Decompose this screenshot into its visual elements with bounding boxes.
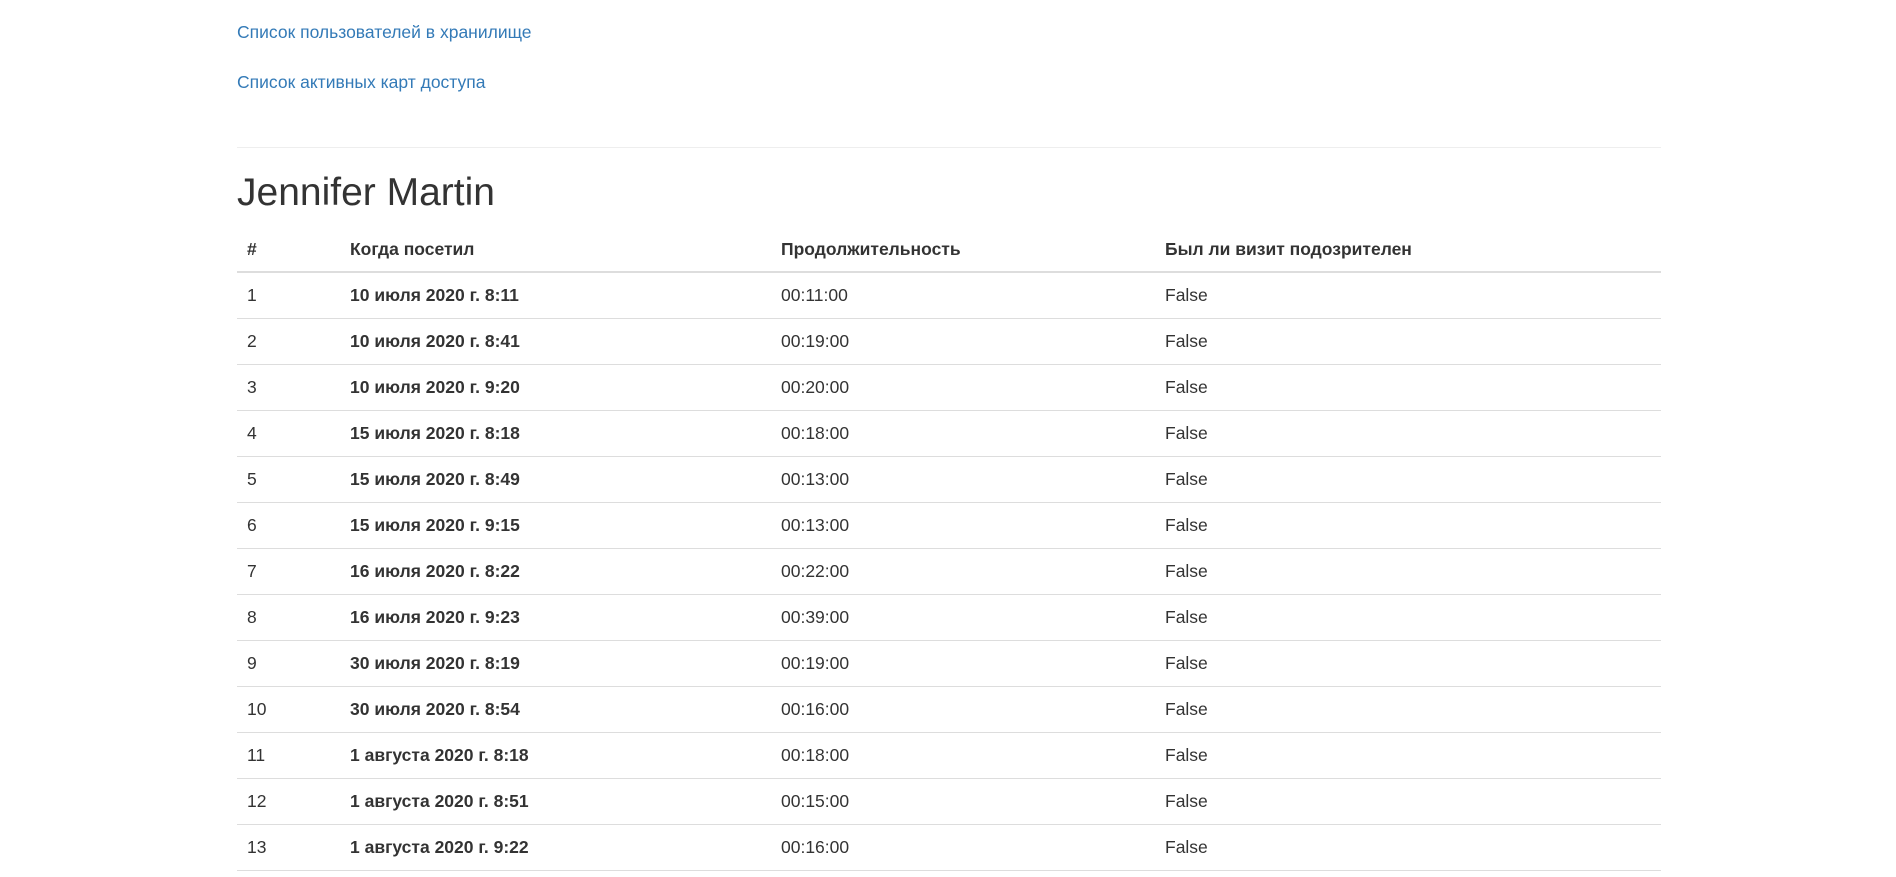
cell-number: 5 [237, 456, 340, 503]
person-name-heading: Jennifer Martin [237, 171, 495, 214]
cell-suspicious: False [1155, 686, 1661, 733]
cell-suspicious: False [1155, 778, 1661, 825]
cell-duration: 00:18:00 [771, 410, 1155, 457]
table-row: 4 15 июля 2020 г. 8:18 00:18:00 False [237, 410, 1661, 457]
cell-visited-at: 10 июля 2020 г. 8:41 [340, 318, 771, 365]
cell-visited-at: 30 июля 2020 г. 8:19 [340, 640, 771, 687]
column-header-number: # [237, 228, 340, 273]
table-row: 2 10 июля 2020 г. 8:41 00:19:00 False [237, 318, 1661, 365]
cell-number: 11 [237, 732, 340, 779]
cell-number: 4 [237, 410, 340, 457]
cell-duration: 00:18:00 [771, 732, 1155, 779]
cell-duration: 00:19:00 [771, 640, 1155, 687]
cell-duration: 00:13:00 [771, 456, 1155, 503]
visits-table: # Когда посетил Продолжительность Был ли… [237, 228, 1661, 871]
cell-number: 7 [237, 548, 340, 595]
cell-visited-at: 30 июля 2020 г. 8:54 [340, 686, 771, 733]
column-header-duration: Продолжительность [771, 228, 1155, 273]
cell-duration: 00:20:00 [771, 364, 1155, 411]
table-row: 3 10 июля 2020 г. 9:20 00:20:00 False [237, 364, 1661, 411]
table-row: 1 10 июля 2020 г. 8:11 00:11:00 False [237, 272, 1661, 319]
column-header-visited-at: Когда посетил [340, 228, 771, 273]
cell-number: 3 [237, 364, 340, 411]
table-row: 8 16 июля 2020 г. 9:23 00:39:00 False [237, 594, 1661, 641]
cell-visited-at: 10 июля 2020 г. 9:20 [340, 364, 771, 411]
cell-suspicious: False [1155, 640, 1661, 687]
cell-visited-at: 15 июля 2020 г. 8:49 [340, 456, 771, 503]
cell-suspicious: False [1155, 594, 1661, 641]
cell-visited-at: 1 августа 2020 г. 8:18 [340, 732, 771, 779]
cell-visited-at: 15 июля 2020 г. 8:18 [340, 410, 771, 457]
cell-visited-at: 16 июля 2020 г. 9:23 [340, 594, 771, 641]
cell-suspicious: False [1155, 456, 1661, 503]
cell-suspicious: False [1155, 364, 1661, 411]
section-divider [237, 147, 1661, 148]
cell-suspicious: False [1155, 824, 1661, 871]
table-row: 10 30 июля 2020 г. 8:54 00:16:00 False [237, 686, 1661, 733]
cell-duration: 00:11:00 [771, 272, 1155, 319]
cell-visited-at: 16 июля 2020 г. 8:22 [340, 548, 771, 595]
cell-duration: 00:19:00 [771, 318, 1155, 365]
cell-number: 1 [237, 272, 340, 319]
cell-number: 10 [237, 686, 340, 733]
cell-visited-at: 15 июля 2020 г. 9:15 [340, 502, 771, 549]
cell-suspicious: False [1155, 318, 1661, 365]
cell-suspicious: False [1155, 410, 1661, 457]
table-row: 5 15 июля 2020 г. 8:49 00:13:00 False [237, 456, 1661, 503]
table-row: 9 30 июля 2020 г. 8:19 00:19:00 False [237, 640, 1661, 687]
cell-visited-at: 1 августа 2020 г. 8:51 [340, 778, 771, 825]
cell-duration: 00:13:00 [771, 502, 1155, 549]
cell-visited-at: 10 июля 2020 г. 8:11 [340, 272, 771, 319]
cell-number: 6 [237, 502, 340, 549]
active-access-cards-link[interactable]: Список активных карт доступа [237, 72, 485, 93]
column-header-suspicious: Был ли визит подозрителен [1155, 228, 1661, 273]
cell-duration: 00:16:00 [771, 686, 1155, 733]
table-header-row: # Когда посетил Продолжительность Был ли… [237, 228, 1661, 273]
cell-number: 8 [237, 594, 340, 641]
table-row: 6 15 июля 2020 г. 9:15 00:13:00 False [237, 502, 1661, 549]
cell-duration: 00:22:00 [771, 548, 1155, 595]
table-row: 11 1 августа 2020 г. 8:18 00:18:00 False [237, 732, 1661, 779]
cell-visited-at: 1 августа 2020 г. 9:22 [340, 824, 771, 871]
table-row: 12 1 августа 2020 г. 8:51 00:15:00 False [237, 778, 1661, 825]
cell-suspicious: False [1155, 272, 1661, 319]
storage-users-link[interactable]: Список пользователей в хранилище [237, 22, 532, 43]
cell-duration: 00:39:00 [771, 594, 1155, 641]
cell-duration: 00:16:00 [771, 824, 1155, 871]
cell-suspicious: False [1155, 732, 1661, 779]
cell-number: 9 [237, 640, 340, 687]
cell-duration: 00:15:00 [771, 778, 1155, 825]
table-row: 13 1 августа 2020 г. 9:22 00:16:00 False [237, 824, 1661, 871]
cell-number: 2 [237, 318, 340, 365]
visits-table-body: 1 10 июля 2020 г. 8:11 00:11:00 False 2 10 ию… [237, 272, 1661, 871]
cell-number: 13 [237, 824, 340, 871]
cell-number: 12 [237, 778, 340, 825]
cell-suspicious: False [1155, 502, 1661, 549]
cell-suspicious: False [1155, 548, 1661, 595]
table-row: 7 16 июля 2020 г. 8:22 00:22:00 False [237, 548, 1661, 595]
